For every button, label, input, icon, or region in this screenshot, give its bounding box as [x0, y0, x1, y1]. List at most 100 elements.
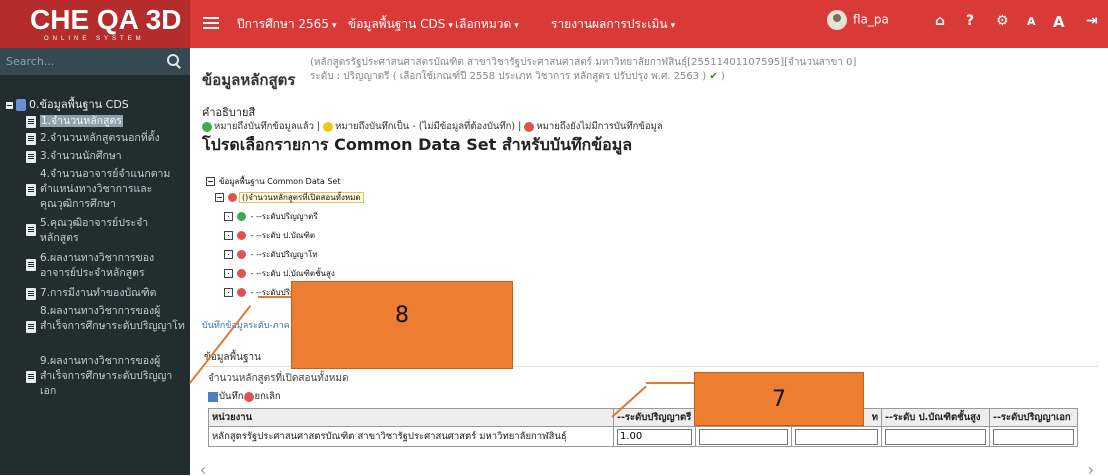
nav-report-label: รายงานผลการประเมิน: [551, 17, 668, 31]
expand-icon[interactable]: [224, 288, 233, 297]
tree-node-label: - --ระดับ ป.บัณฑิตชั้นสูง: [250, 269, 335, 278]
tree-node-label: - --ระดับ ป.บัณฑิต: [250, 231, 316, 240]
green-dot-icon: [237, 212, 246, 221]
tree-node-grad-diploma[interactable]: - --ระดับ ป.บัณฑิต: [224, 230, 315, 242]
nav-academic-year[interactable]: ปีการศึกษา 2565 ▾: [237, 15, 336, 34]
horizontal-scrollbar[interactable]: [202, 468, 1092, 474]
main-content: ข้อมูลหลักสูตร (หลักสูตรรัฐประศาสนศาสตรบ…: [190, 48, 1108, 476]
chevron-down-icon: ▾: [514, 21, 519, 31]
tree-node-higher-diploma[interactable]: - --ระดับ ป.บัณฑิตชั้นสูง: [224, 268, 335, 280]
row-unit-name: หลักสูตรรัฐประศาสนศาสตรบัณฑิต สาขาวิชารั…: [208, 426, 614, 447]
callout-7-leader-top: [646, 382, 694, 384]
chevron-down-icon: ▾: [448, 21, 453, 31]
top-navbar: CHE QA 3D ONLINE SYSTEM ปีการศึกษา 2565 ▾…: [0, 0, 1108, 48]
logo-text: CHE QA 3D: [30, 4, 182, 35]
font-increase-icon[interactable]: A: [1053, 13, 1065, 31]
value-input[interactable]: [795, 428, 878, 445]
document-icon: [26, 151, 36, 163]
help-icon[interactable]: ?: [966, 13, 974, 29]
nav-select-category[interactable]: เลือกหมวด ▾: [455, 15, 519, 34]
expand-icon[interactable]: [224, 212, 233, 221]
tree-node-label: ข้อมูลพื้นฐาน Common Data Set: [219, 177, 341, 186]
header-col-4-text: ท: [871, 412, 878, 423]
save-icon: [208, 391, 218, 402]
sidebar-item-4[interactable]: 4.จำนวนอาจารย์จำแนกตามตำแหน่งทางวิชาการแ…: [26, 167, 180, 212]
save-button-label: บันทึก: [219, 391, 244, 402]
document-icon: [26, 224, 36, 236]
search-icon[interactable]: [166, 53, 182, 69]
sidebar-item-8[interactable]: 8.ผลงานทางวิชาการของผู้สำเร็จการศึกษาระด…: [26, 304, 185, 334]
sidebar-root[interactable]: 0.ข้อมูลพื้นฐาน CDS: [6, 95, 129, 113]
sidebar-item-label: 2.จำนวนหลักสูตรนอกที่ตั้ง: [40, 132, 160, 144]
database-icon: [16, 99, 26, 111]
legend-green: หมายถึงบันทึกข้อมูลแล้ว |: [214, 121, 321, 132]
callout-8-leader-top: [258, 296, 291, 298]
sidebar-item-5[interactable]: 5.คุณวุฒิอาจารย์ประจำหลักสูตร: [26, 216, 150, 246]
nav-cds[interactable]: ข้อมูลพื้นฐาน CDS ▾: [348, 15, 453, 34]
legend-red: หมายถึงยังไม่มีการบันทึกข้อมูล: [536, 121, 663, 132]
home-icon[interactable]: ⌂: [935, 13, 945, 29]
tree-node-bachelor[interactable]: - --ระดับปริญญาตรี: [224, 211, 318, 223]
tree-node-root[interactable]: ข้อมูลพื้นฐาน Common Data Set: [206, 176, 340, 188]
logout-icon[interactable]: ⇥: [1086, 13, 1098, 29]
cell-col-3: [695, 426, 792, 447]
sidebar-item-3[interactable]: 3.จำนวนนักศึกษา: [26, 149, 180, 164]
red-dot-icon: [237, 231, 246, 240]
subtitle-line-1: (หลักสูตรรัฐประศาสนศาสตรบัณฑิต สาขาวิชาร…: [310, 57, 857, 68]
panel-toolbar: บันทึก ยกเลิก: [208, 389, 281, 404]
logo[interactable]: CHE QA 3D ONLINE SYSTEM: [0, 0, 190, 48]
subtitle-line-2: ระดับ : ปริญญาตรี ( เลือกใช้เกณฑ์ปี 2558…: [310, 71, 707, 82]
collapse-icon[interactable]: [206, 177, 215, 186]
expand-icon[interactable]: [224, 269, 233, 278]
value-input[interactable]: [993, 428, 1074, 445]
cancel-button-label: ยกเลิก: [254, 391, 281, 402]
header-doctoral: --ระดับปริญญาเอก: [989, 408, 1078, 427]
nav-report[interactable]: รายงานผลการประเมิน ▾: [551, 15, 675, 34]
tree-node-master[interactable]: - --ระดับปริญญาโท: [224, 249, 318, 261]
font-decrease-icon[interactable]: A: [1027, 15, 1036, 28]
menu-toggle-icon[interactable]: [203, 14, 219, 30]
tree-node-label: - --ระดับปริญญาโท: [250, 250, 318, 259]
legend-yellow: หมายถึงบันทึกเป็น - (ไม่มีข้อมูลที่ต้องบ…: [335, 121, 522, 132]
page-title: ข้อมูลหลักสูตร: [202, 71, 296, 89]
value-input[interactable]: [885, 428, 986, 445]
header-unit: หน่วยงาน: [208, 408, 614, 427]
sidebar-item-label: 8.ผลงานทางวิชาการของผู้สำเร็จการศึกษาระด…: [40, 305, 185, 332]
expand-icon[interactable]: [224, 250, 233, 259]
page-subtitle: (หลักสูตรรัฐประศาสนศาสตรบัณฑิต สาขาวิชาร…: [310, 56, 856, 84]
sidebar-item-label: 9.ผลงานทางวิชาการของผู้สำเร็จการศึกษาระด…: [40, 355, 173, 397]
chevron-down-icon: ▾: [670, 21, 676, 31]
user-name: fla_pa: [853, 12, 889, 27]
yellow-dot-icon: [323, 121, 334, 132]
logo-subtext: ONLINE SYSTEM: [44, 36, 145, 42]
green-dot-icon: [202, 121, 212, 132]
sidebar-item-9[interactable]: 9.ผลงานทางวิชาการของผู้สำเร็จการศึกษาระด…: [26, 354, 185, 399]
expand-icon[interactable]: [224, 231, 233, 240]
settings-icon[interactable]: ⚙: [996, 13, 1009, 29]
save-level-link[interactable]: บันทึกข้อมูลระดับ-ภาค: [202, 318, 290, 332]
tree-node-label: ()จำนวนหลักสูตรที่เปิดสอนทั้งหมด: [239, 192, 364, 203]
tree-node-courses[interactable]: ()จำนวนหลักสูตรที่เปิดสอนทั้งหมด: [215, 192, 364, 204]
value-input[interactable]: [699, 428, 788, 445]
red-dot-icon: [237, 288, 246, 297]
collapse-icon[interactable]: [6, 101, 13, 109]
bachelor-value-input[interactable]: [617, 428, 692, 445]
section-title: โปรดเลือกรายการ Common Data Set สำหรับบั…: [202, 135, 633, 154]
sidebar-search: [0, 48, 190, 75]
cell-higher-diploma: [881, 426, 990, 447]
sidebar-item-6[interactable]: 6.ผลงานทางวิชาการของอาจารย์ประจำหลักสูตร: [26, 251, 170, 281]
sidebar-item-2[interactable]: 2.จำนวนหลักสูตรนอกที่ตั้ง: [26, 131, 180, 146]
user-menu[interactable]: fla_pa: [827, 10, 889, 30]
save-button[interactable]: บันทึก: [208, 391, 244, 402]
red-dot-icon: [237, 250, 246, 259]
sidebar-root-label: 0.ข้อมูลพื้นฐาน CDS: [29, 98, 129, 111]
search-input[interactable]: [0, 48, 160, 75]
header-higher-diploma: --ระดับ ป.บัณฑิตชั้นสูง: [881, 408, 990, 427]
collapse-icon[interactable]: [215, 193, 224, 202]
cancel-button[interactable]: ยกเลิก: [243, 391, 281, 402]
sidebar-item-1[interactable]: 1.จำนวนหลักสูตร: [26, 114, 140, 129]
sidebar-item-7[interactable]: 7.การมีงานทำของบัณฑิต: [26, 286, 185, 301]
sidebar-item-label: 7.การมีงานทำของบัณฑิต: [40, 287, 157, 299]
document-icon: [26, 288, 36, 300]
document-icon: [26, 371, 36, 383]
